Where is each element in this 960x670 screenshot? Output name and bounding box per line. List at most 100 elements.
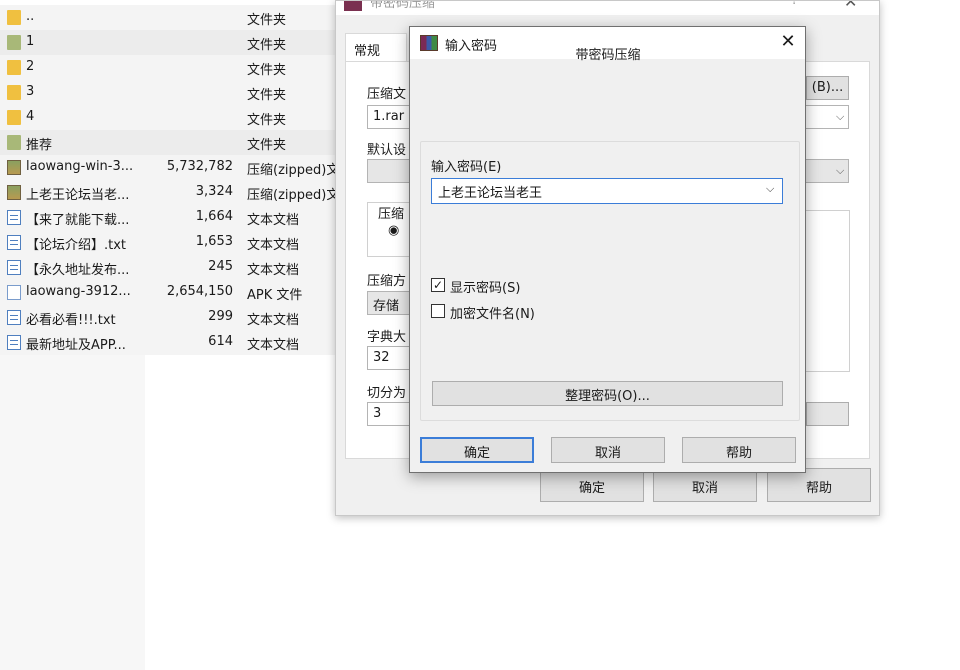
archive-settings-title: 带密码压缩 — [370, 1, 436, 11]
organize-passwords-label: 整理密码(O)... — [565, 389, 650, 404]
file-row[interactable]: 上老王论坛当老... 3,324 压缩(zipped)文件夹 — [0, 180, 339, 205]
text-document-icon — [7, 310, 21, 325]
file-size: 2,654,150 — [166, 284, 233, 299]
method-value: 存储 — [373, 299, 400, 314]
dictionary-size-select[interactable]: 32 — [367, 346, 412, 370]
file-name: 2 — [26, 59, 35, 74]
archive-ok-label: 确定 — [578, 481, 605, 496]
organize-passwords-button[interactable]: 整理密码(O)... — [432, 381, 783, 406]
file-type: 压缩(zipped)文件夹 — [247, 188, 339, 203]
split-volumes-label: 切分为 — [367, 386, 407, 401]
file-name: laowang-win-3... — [26, 159, 134, 174]
text-document-icon — [7, 210, 21, 225]
folder-icon — [7, 135, 21, 150]
text-document-icon — [7, 335, 21, 350]
file-row[interactable]: 【论坛介绍】.txt 1,653 文本文档 — [0, 230, 336, 255]
file-row[interactable]: 推荐 文件夹 — [0, 130, 336, 155]
ok-button-label: 确定 — [463, 446, 490, 461]
file-name: 上老王论坛当老... — [26, 188, 130, 203]
chevron-down-icon[interactable]: ⌵ — [766, 182, 774, 196]
split-volumes-input[interactable]: 3 — [367, 402, 412, 426]
file-name: 1 — [26, 34, 35, 49]
archive-ok-button[interactable]: 确定 — [540, 468, 644, 502]
file-name: laowang-3912... — [26, 284, 131, 299]
file-name: 【论坛介绍】.txt — [26, 238, 127, 253]
archive-help-button[interactable]: 帮助 — [767, 468, 871, 502]
file-size: 245 — [208, 259, 233, 274]
ok-button[interactable]: 确定 — [420, 437, 534, 463]
file-type: 文件夹 — [247, 38, 287, 53]
file-size: 5,732,782 — [166, 159, 233, 174]
file-name: 【永久地址发布... — [26, 263, 130, 278]
file-name: 【来了就能下载... — [26, 213, 130, 228]
chevron-down-icon[interactable]: ⌵ — [836, 110, 844, 124]
file-row[interactable]: 【永久地址发布... 245 文本文档 — [0, 255, 336, 280]
file-row[interactable]: 3 文件夹 — [0, 80, 336, 105]
file-type: 文本文档 — [247, 263, 300, 278]
folder-icon — [7, 60, 21, 75]
password-dialog: 输入密码 ✕ 带密码压缩 输入密码(E) 上老王论坛当老王 ⌵ ✓ 显示密码(S… — [409, 26, 806, 473]
default-profile-label: 默认设 — [367, 143, 407, 158]
show-password-checkbox[interactable]: ✓ — [431, 278, 445, 292]
method-select[interactable]: 存储 — [367, 291, 412, 315]
file-size: 614 — [208, 334, 233, 349]
file-name: 最新地址及APP... — [26, 338, 126, 353]
folder-icon — [7, 85, 21, 100]
file-name: 3 — [26, 84, 35, 99]
file-type: 文件夹 — [247, 138, 287, 153]
file-type: 文本文档 — [247, 338, 300, 353]
chevron-down-icon[interactable]: ⌵ — [836, 164, 844, 178]
file-row[interactable]: 【来了就能下载... 1,664 文本文档 — [0, 205, 336, 230]
apk-file-icon — [7, 285, 21, 300]
split-volumes-value: 3 — [373, 406, 382, 421]
cancel-button[interactable]: 取消 — [551, 437, 665, 463]
encrypt-file-names-label: 加密文件名(N) — [450, 307, 535, 322]
tab-general[interactable]: 常规 — [345, 33, 407, 63]
file-row[interactable]: .. 文件夹 — [0, 5, 336, 30]
archive-format-group: 压缩 ◉ — [367, 202, 412, 257]
text-document-icon — [7, 260, 21, 275]
help-button[interactable]: 帮助 — [682, 437, 796, 463]
file-row[interactable]: 必看必看!!!.txt 299 文本文档 — [0, 305, 336, 330]
browse-button-label: (B)... — [811, 80, 844, 95]
file-type: APK 文件 — [247, 288, 303, 303]
tab-general-label: 常规 — [354, 44, 381, 59]
text-document-icon — [7, 235, 21, 250]
password-value: 上老王论坛当老王 — [438, 186, 543, 201]
file-size: 3,324 — [195, 184, 233, 199]
encrypt-file-names-checkbox[interactable] — [431, 304, 445, 318]
file-type: 文本文档 — [247, 313, 300, 328]
file-row[interactable]: 1 文件夹 — [0, 30, 336, 55]
file-row[interactable]: laowang-3912... 2,654,150 APK 文件 — [0, 280, 336, 305]
close-icon[interactable]: ✕ — [844, 1, 857, 11]
file-type: 文本文档 — [247, 238, 300, 253]
file-size: 1,653 — [195, 234, 233, 249]
file-type: 文本文档 — [247, 213, 300, 228]
file-name: 推荐 — [26, 138, 53, 153]
file-row[interactable]: laowang-win-3... 5,732,782 压缩(zipped)文件夹 — [0, 155, 339, 180]
help-icon[interactable]: ? — [791, 1, 798, 8]
file-type: 文件夹 — [247, 113, 287, 128]
dictionary-size-label: 字典大 — [367, 330, 407, 345]
format-radio[interactable]: ◉ — [388, 223, 408, 238]
file-type: 文件夹 — [247, 13, 287, 28]
archive-help-label: 帮助 — [805, 481, 832, 496]
file-name: .. — [26, 9, 35, 24]
folder-icon — [7, 110, 21, 125]
file-type: 文件夹 — [247, 88, 287, 103]
file-row[interactable]: 最新地址及APP... 614 文本文档 — [0, 330, 336, 355]
show-password-label: 显示密码(S) — [450, 281, 521, 296]
archive-format-label: 压缩 — [378, 207, 405, 222]
password-input[interactable]: 上老王论坛当老王 — [431, 178, 783, 204]
panel-button[interactable] — [806, 402, 849, 426]
browse-button[interactable]: (B)... — [806, 76, 849, 100]
archive-name-label: 压缩文 — [367, 87, 407, 102]
archive-cancel-button[interactable]: 取消 — [653, 468, 757, 502]
file-row[interactable]: 4 文件夹 — [0, 105, 336, 130]
method-label: 压缩方 — [367, 274, 407, 289]
archive-cancel-label: 取消 — [691, 481, 718, 496]
file-row[interactable]: 2 文件夹 — [0, 55, 336, 80]
file-size: 299 — [208, 309, 233, 324]
cancel-button-label: 取消 — [594, 446, 621, 461]
file-size: 1,664 — [195, 209, 233, 224]
